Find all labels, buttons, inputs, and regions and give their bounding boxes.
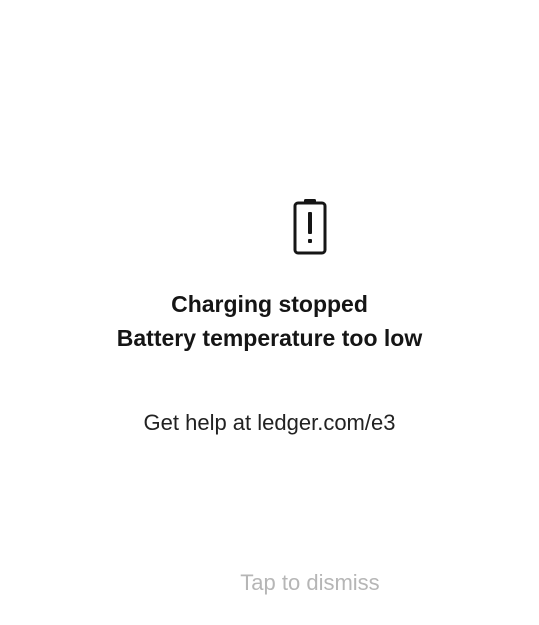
tap-to-dismiss-button[interactable]: Tap to dismiss xyxy=(210,565,410,601)
alert-title: Charging stopped Battery temperature too… xyxy=(0,287,539,355)
battery-temperature-message: Battery temperature too low xyxy=(116,325,423,351)
charging-stopped-title: Charging stopped xyxy=(171,291,368,317)
help-link-text: Get help at ledger.com/e3 xyxy=(143,410,396,435)
charging-stopped-screen[interactable]: Charging stopped Battery temperature too… xyxy=(0,0,539,625)
battery-warning-icon xyxy=(293,199,327,255)
